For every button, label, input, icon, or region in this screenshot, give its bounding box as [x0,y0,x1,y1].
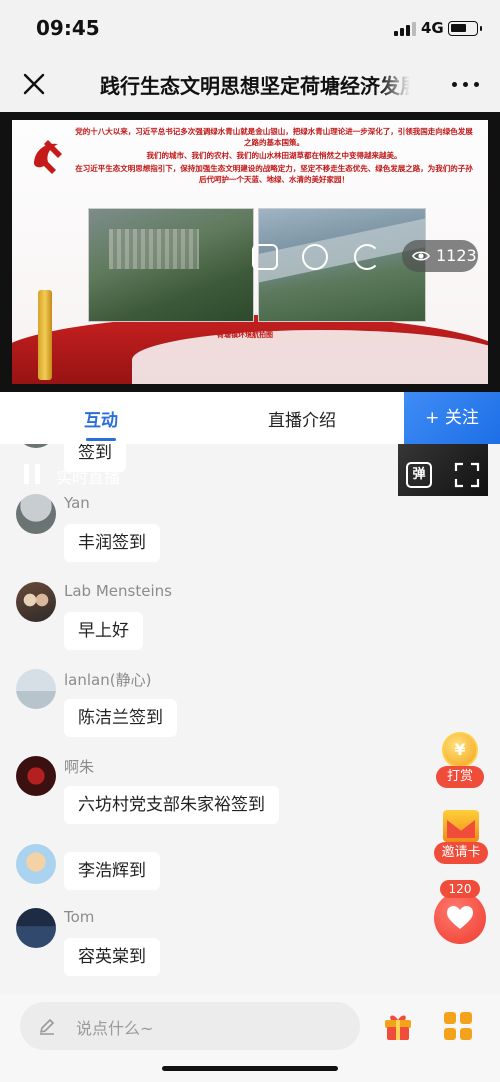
tab-live-intro[interactable]: 直播介绍 [268,406,336,431]
refresh-icon[interactable] [354,244,380,270]
gift-icon[interactable] [382,1010,414,1042]
invite-card-icon[interactable] [443,810,479,842]
tab-bar: 互动 直播介绍 + 关注 [0,392,500,444]
chat-bubble: 陈洁兰签到 [64,699,177,737]
eye-icon [412,251,430,261]
slide-ribbon-highlight [132,330,488,384]
chat-bubble: 签到 [64,444,126,472]
chat-nickname: 啊朱 [64,758,95,776]
avatar[interactable] [16,756,56,796]
bottom-bar: 说点什么~ [0,994,500,1082]
slide-text: 党的十八大以来，习近平总书记多次强调绿水青山就是金山银山，把绿水青山理论进一步深… [74,126,474,187]
status-time: 09:45 [36,16,100,40]
aerial-photo-river [258,208,426,322]
chat-bubble: 容英棠到 [64,938,160,976]
avatar[interactable] [16,582,56,622]
party-emblem-icon [34,140,62,174]
chat-bubble: 李浩辉到 [64,852,160,890]
chat-bubble: 早上好 [64,612,143,650]
page-title: 践行生态文明思想坚定荷塘经济发展 [100,70,410,98]
close-icon[interactable] [20,70,48,98]
viewer-count-badge: 1123 [402,240,478,272]
pen-icon [40,1019,54,1035]
slide-paragraph-3: 在习近平生态文明思想指引下，保持加强生态文明建设的战略定力，坚定不移走生态优先、… [75,164,473,184]
slide-pillar [38,290,52,380]
tip-coin-icon[interactable]: ¥ [442,732,478,768]
chat-bubble: 丰润签到 [64,524,160,562]
battery-icon [448,21,482,36]
slide-caption: 荷塘镇环境航拍图 [217,331,273,339]
link-icon[interactable] [302,244,328,270]
nav-bar: 践行生态文明思想坚定荷塘经济发展 [0,56,500,112]
active-tab-indicator [86,438,116,441]
chat-nickname: Lab Mensteins [64,582,172,600]
chat-list[interactable]: 签到 Yan 丰润签到 Lab Mensteins 早上好 lanlan(静心)… [0,444,500,994]
comment-placeholder: 说点什么~ [76,1019,154,1038]
viewer-count: 1123 [436,246,477,265]
network-type: 4G [421,19,444,37]
signal-icon [394,22,416,36]
like-button[interactable] [434,892,486,944]
like-count: 120 [440,880,480,898]
avatar[interactable] [16,844,56,884]
avatar[interactable] [16,669,56,709]
apps-grid-icon[interactable] [444,1012,472,1040]
chat-nickname: Tom [64,908,95,926]
status-bar: 09:45 4G [0,0,500,56]
home-icon[interactable] [252,244,278,270]
tab-interact[interactable]: 互动 [84,406,118,431]
home-indicator [162,1066,338,1071]
avatar[interactable] [16,444,56,448]
invite-card-button[interactable]: 邀请卡 [434,842,488,864]
more-icon[interactable] [452,76,480,92]
chat-bubble: 六坊村党支部朱家裕签到 [64,786,279,824]
aerial-photo-town [88,208,254,322]
chat-nickname: Yan [64,494,90,512]
follow-button[interactable]: + 关注 [404,392,500,444]
chat-nickname: lanlan(静心) [64,671,152,689]
slide-paragraph-2: 我们的城市、我们的农村、我们的山水林田湖草都在悄然之中变得越来越美。 [146,151,402,160]
tip-button[interactable]: 打赏 [436,766,484,788]
slide-paragraph-1: 党的十八大以来，习近平总书记多次强调绿水青山就是金山银山，把绿水青山理论进一步深… [75,127,473,147]
heart-icon [447,906,473,929]
live-video-player[interactable]: 党的十八大以来，习近平总书记多次强调绿水青山就是金山银山，把绿水青山理论进一步深… [0,112,500,496]
comment-input[interactable]: 说点什么~ [20,1002,360,1050]
avatar[interactable] [16,908,56,948]
avatar[interactable] [16,494,56,534]
